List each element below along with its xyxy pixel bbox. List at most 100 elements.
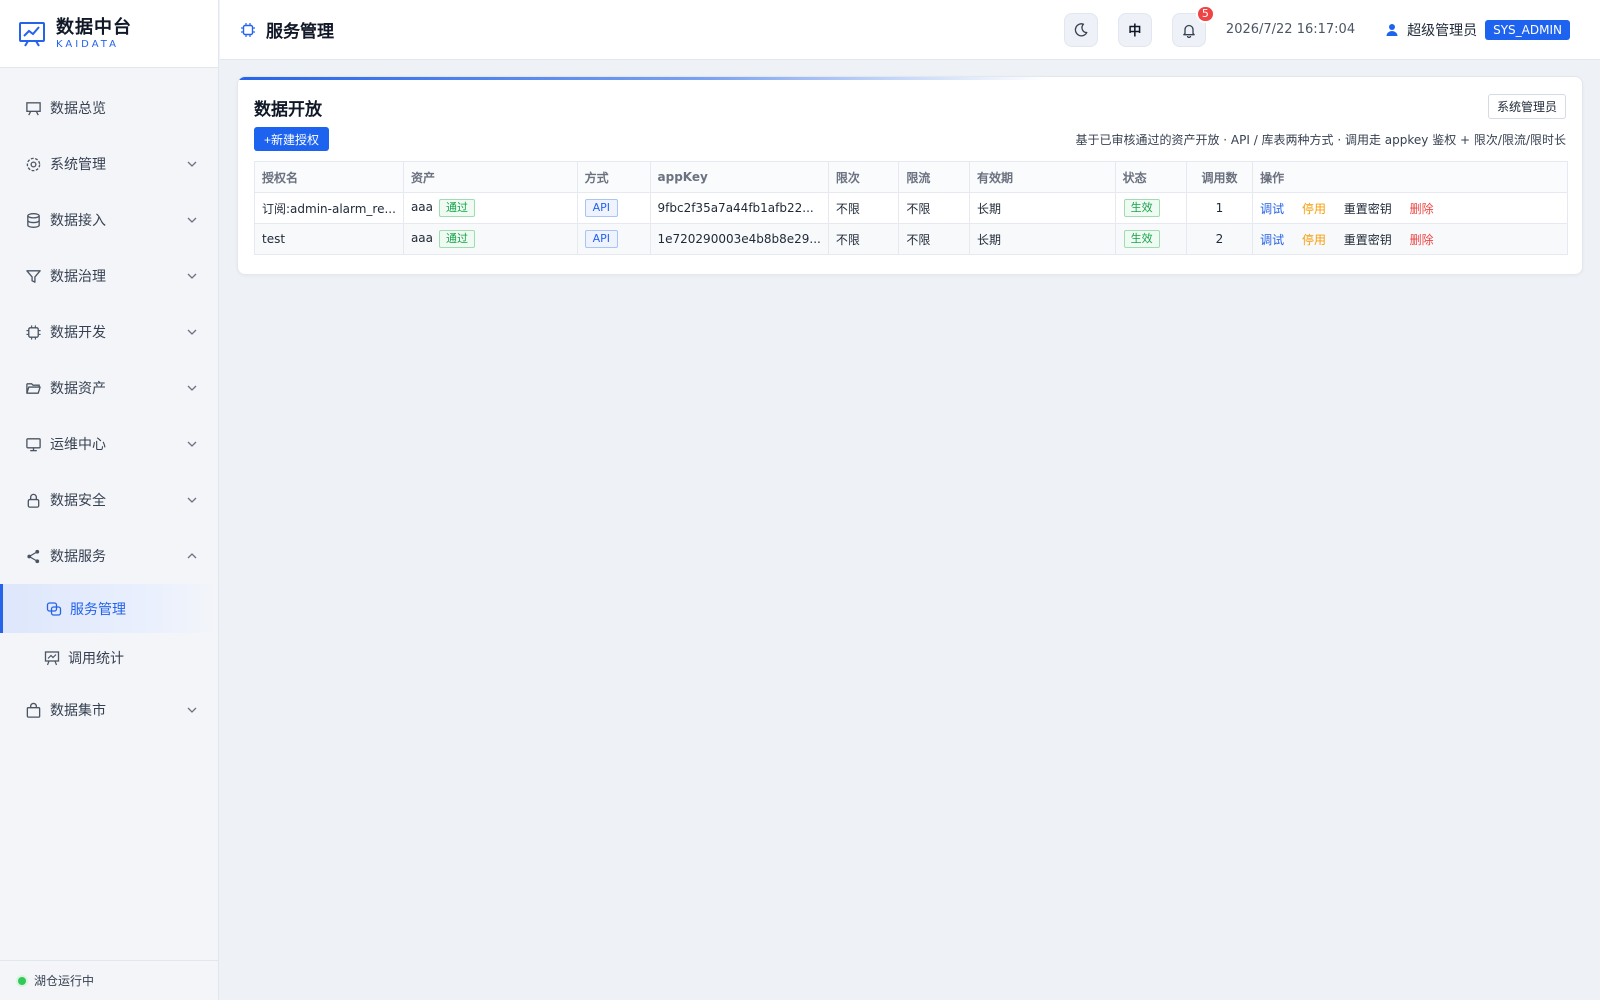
sidebar-item-label: 数据接入 xyxy=(50,213,106,229)
delete-button[interactable]: 删除 xyxy=(1410,233,1434,247)
validity-cell: 长期 xyxy=(968,192,1116,224)
sidebar: 数据中台 KAIDATA 数据总览 系统管理 数据接入 数据治理 数据开发 数据… xyxy=(0,0,219,1000)
sidebar-item-overview[interactable]: 数据总览 xyxy=(0,80,218,136)
status-badge: 生效 xyxy=(1123,199,1160,217)
brand[interactable]: 数据中台 KAIDATA xyxy=(0,0,218,68)
chevron-down-icon xyxy=(187,441,197,447)
column-header: 操作 xyxy=(1252,161,1568,193)
column-header[interactable]: 限次 xyxy=(827,161,900,193)
status-dot-icon xyxy=(18,976,26,985)
sidebar-item-label: 系统管理 xyxy=(50,157,106,173)
shopping-bag-icon xyxy=(24,701,42,719)
appkey-cell: 1e720290003e4b8b8e29... xyxy=(649,223,829,255)
actions-cell: 调试 停用 重置密钥 删除 xyxy=(1252,192,1568,224)
folder-open-icon xyxy=(24,379,42,397)
share-icon xyxy=(24,547,42,565)
logo-chart-icon xyxy=(19,21,45,47)
status-cell: 生效 xyxy=(1114,223,1187,255)
sidebar-item-ops[interactable]: 运维中心 xyxy=(0,416,218,472)
actions-cell: 调试 停用 重置密钥 删除 xyxy=(1252,223,1568,255)
card-description: 基于已审核通过的资产开放 · API / 库表两种方式 · 调用走 appkey… xyxy=(1075,133,1566,147)
chevron-down-icon xyxy=(187,707,197,713)
asset-name: aaa xyxy=(410,200,433,214)
sidebar-item-security[interactable]: 数据安全 xyxy=(0,472,218,528)
notification-count-badge: 5 xyxy=(1195,4,1215,23)
method-badge: API xyxy=(584,199,619,217)
sidebar-item-label: 数据总览 xyxy=(50,101,106,117)
language-toggle-button[interactable]: 中 xyxy=(1117,12,1152,47)
column-header[interactable]: 资产 xyxy=(402,161,578,193)
column-header[interactable]: appKey xyxy=(649,161,829,193)
column-header[interactable]: 状态 xyxy=(1114,161,1187,193)
status-cell: 生效 xyxy=(1114,192,1187,224)
sidebar-item-label: 数据资产 xyxy=(50,381,106,397)
user-menu[interactable]: 超级管理员 SYS_ADMIN xyxy=(1385,19,1570,40)
disable-button[interactable]: 停用 xyxy=(1302,233,1326,247)
limit-count-cell: 不限 xyxy=(827,192,900,224)
column-header[interactable]: 授权名 xyxy=(254,161,404,193)
bell-icon xyxy=(1183,24,1195,38)
delete-button[interactable]: 删除 xyxy=(1410,202,1434,216)
sidebar-item-system[interactable]: 系统管理 xyxy=(0,136,218,192)
column-header[interactable]: 限流 xyxy=(898,161,970,193)
sidebar-item-label: 数据服务 xyxy=(50,549,106,565)
filter-icon xyxy=(24,267,42,285)
page-title: 服务管理 xyxy=(266,22,334,42)
table-header-row: 授权名 资产 方式 appKey 限次 限流 有效期 状态 调用数 操作 xyxy=(254,161,1568,193)
new-authorization-button[interactable]: +新建授权 xyxy=(254,127,330,151)
column-header[interactable]: 有效期 xyxy=(968,161,1116,193)
top-header: 服务管理 中 5 2026/7/22 16:17:04 超级管理员 SYS_AD… xyxy=(220,0,1600,60)
asset-cell: aaa 通过 xyxy=(402,223,578,255)
sidebar-item-marketplace[interactable]: 数据集市 xyxy=(0,682,218,738)
chevron-down-icon xyxy=(187,161,197,167)
debug-button[interactable]: 调试 xyxy=(1260,233,1284,247)
role-badge: SYS_ADMIN xyxy=(1485,19,1570,40)
chevron-down-icon xyxy=(187,329,197,335)
lakehouse-status-text: 湖仓运行中 xyxy=(34,974,95,988)
monitor-icon xyxy=(24,435,42,453)
lock-icon xyxy=(24,491,42,509)
debug-button[interactable]: 调试 xyxy=(1260,202,1284,216)
sidebar-item-label: 运维中心 xyxy=(50,437,106,453)
reset-key-button[interactable]: 重置密钥 xyxy=(1344,233,1392,247)
sidebar-item-development[interactable]: 数据开发 xyxy=(0,304,218,360)
limit-rate-cell: 不限 xyxy=(898,223,970,255)
asset-cell: aaa 通过 xyxy=(402,192,578,224)
limit-count-cell: 不限 xyxy=(827,223,900,255)
database-icon xyxy=(24,211,42,229)
chevron-down-icon xyxy=(187,497,197,503)
sidebar-item-assets[interactable]: 数据资产 xyxy=(0,360,218,416)
sidebar-item-data-service[interactable]: 数据服务 xyxy=(0,528,218,584)
auth-name-cell: test xyxy=(254,223,404,255)
theme-toggle-button[interactable] xyxy=(1063,12,1098,47)
column-header[interactable]: 调用数 xyxy=(1185,161,1254,193)
chevron-down-icon xyxy=(187,385,197,391)
method-cell: API xyxy=(576,223,651,255)
asset-name: aaa xyxy=(410,231,433,245)
data-open-card: 数据开放 系统管理员 +新建授权 基于已审核通过的资产开放 · API / 库表… xyxy=(237,76,1583,275)
disable-button[interactable]: 停用 xyxy=(1302,202,1326,216)
service-icon xyxy=(46,601,62,617)
table-row: 订阅:admin-alarm_re... aaa 通过 API 9fbc2f35a… xyxy=(254,192,1568,224)
brand-title: 数据中台 xyxy=(56,16,132,38)
user-icon xyxy=(1386,23,1398,36)
sidebar-item-governance[interactable]: 数据治理 xyxy=(0,248,218,304)
column-header[interactable]: 方式 xyxy=(576,161,651,193)
moon-icon xyxy=(1074,22,1088,36)
card-accent-line xyxy=(238,77,1582,80)
chevron-down-icon xyxy=(187,273,197,279)
method-cell: API xyxy=(576,192,651,224)
current-datetime: 2026/7/22 16:17:04 xyxy=(1225,22,1356,37)
card-title: 数据开放 xyxy=(254,100,322,120)
notifications-button[interactable]: 5 xyxy=(1171,4,1215,47)
sidebar-item-label: 数据集市 xyxy=(50,703,106,719)
chevron-up-icon xyxy=(187,553,197,559)
reset-key-button[interactable]: 重置密钥 xyxy=(1344,202,1392,216)
sidebar-subitem-service-management[interactable]: 服务管理 xyxy=(0,584,218,633)
chevron-down-icon xyxy=(187,217,197,223)
calls-cell: 2 xyxy=(1185,223,1254,255)
asset-status-badge: 通过 xyxy=(439,199,475,217)
sidebar-subitem-call-stats[interactable]: 调用统计 xyxy=(0,633,218,682)
language-label: 中 xyxy=(1128,24,1142,39)
sidebar-item-ingest[interactable]: 数据接入 xyxy=(0,192,218,248)
